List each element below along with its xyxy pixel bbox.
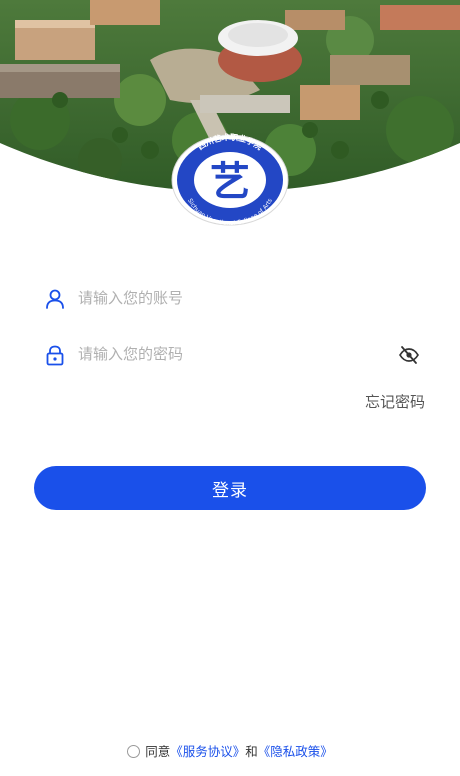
password-field: [34, 335, 426, 375]
privacy-policy-link[interactable]: 《隐私政策》: [258, 744, 333, 759]
agree-radio[interactable]: [127, 745, 141, 758]
account-field: [34, 279, 426, 319]
agreement-conjunction: 和: [245, 744, 258, 759]
agreement-prefix: 同意: [145, 744, 171, 759]
password-input[interactable]: [78, 339, 378, 369]
forgot-password-link[interactable]: 忘记密码: [365, 391, 425, 412]
eye-off-icon[interactable]: [398, 345, 420, 365]
user-icon: [44, 288, 66, 310]
lock-icon: [44, 344, 66, 366]
agreement-row: 同意《服务协议》和《隐私政策》: [0, 741, 460, 760]
logo-emblem-char: 艺: [210, 158, 250, 205]
account-input[interactable]: [78, 283, 378, 313]
school-logo: 四川艺术职业学院 Sichuan Vocational College of A…: [170, 132, 290, 227]
login-button[interactable]: 登录: [34, 466, 426, 510]
service-agreement-link[interactable]: 《服务协议》: [170, 744, 245, 759]
